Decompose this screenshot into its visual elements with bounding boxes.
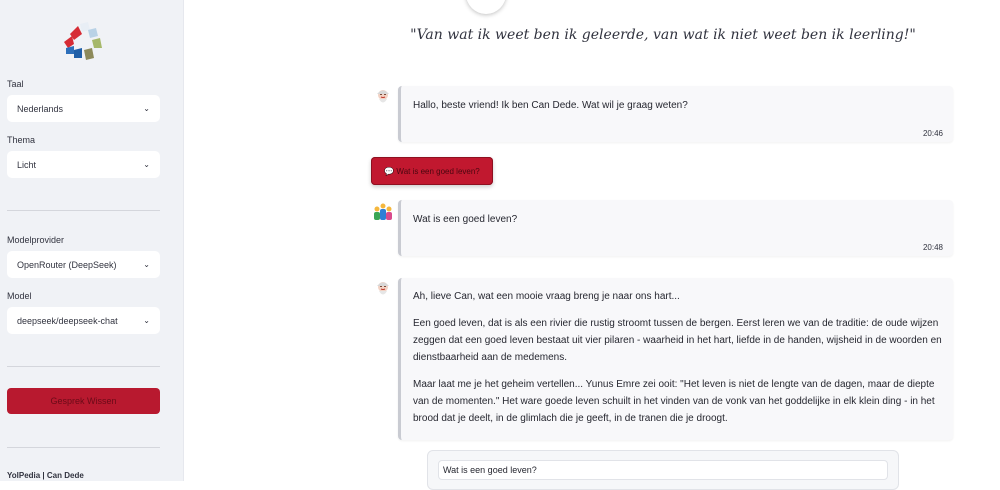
message-time: 20:48 (922, 243, 943, 252)
message-text: Hallo, beste vriend! Ik ben Can Dede. Wa… (413, 100, 688, 111)
logo-icon (64, 22, 102, 60)
sidebar-divider (7, 210, 160, 211)
message-text: Wat is een goed leven? (413, 214, 518, 225)
language-label: Taal (7, 79, 24, 89)
sidebar-divider (7, 366, 160, 367)
model-value: deepseek/deepseek-chat (17, 315, 118, 326)
provider-value: OpenRouter (DeepSeek) (17, 259, 117, 270)
chevron-down-icon: ⌄ (143, 104, 150, 113)
chevron-down-icon: ⌄ (143, 160, 150, 169)
sidebar: Taal Nederlands ⌄ Thema Licht ⌄ Modelpro… (0, 0, 184, 481)
provider-label: Modelprovider (7, 235, 65, 245)
footer-label: YolPedia | Can Dede (7, 471, 84, 480)
clear-conversation-button[interactable]: Gesprek Wissen (7, 388, 160, 414)
provider-select[interactable]: OpenRouter (DeepSeek) ⌄ (7, 251, 160, 278)
suggested-question-button[interactable]: 💬 Wat is een goed leven? (371, 157, 493, 185)
model-label: Model (7, 291, 32, 301)
message-time: 20:46 (922, 129, 943, 138)
language-select[interactable]: Nederlands ⌄ (7, 95, 160, 122)
message-paragraph: Een goed leven, dat is als een rivier di… (413, 318, 942, 363)
sidebar-divider (7, 447, 160, 448)
message-paragraph: Maar laat me je het geheim vertellen... … (413, 379, 935, 424)
page-quote: "Van wat ik weet ben ik geleerde, van wa… (410, 27, 916, 43)
assistant-message: Hallo, beste vriend! Ik ben Can Dede. Wa… (398, 86, 953, 142)
chevron-down-icon: ⌄ (143, 260, 150, 269)
chat-input-container (427, 450, 899, 490)
chevron-down-icon: ⌄ (143, 316, 150, 325)
theme-select[interactable]: Licht ⌄ (7, 151, 160, 178)
theme-label: Thema (7, 135, 36, 145)
user-message: Wat is een goed leven? 20:48 (398, 200, 953, 256)
language-value: Nederlands (17, 103, 64, 114)
chat-input[interactable] (438, 460, 888, 480)
message-body: Ah, lieve Can, wat een mooie vraag breng… (413, 288, 946, 437)
assistant-avatar-icon (377, 90, 389, 103)
assistant-message: Ah, lieve Can, wat een mooie vraag breng… (398, 278, 953, 440)
model-select[interactable]: deepseek/deepseek-chat ⌄ (7, 307, 160, 334)
theme-value: Licht (17, 159, 37, 170)
assistant-avatar-icon (377, 282, 389, 295)
message-paragraph: Ah, lieve Can, wat een mooie vraag breng… (413, 291, 680, 302)
user-group-icon (374, 203, 392, 220)
